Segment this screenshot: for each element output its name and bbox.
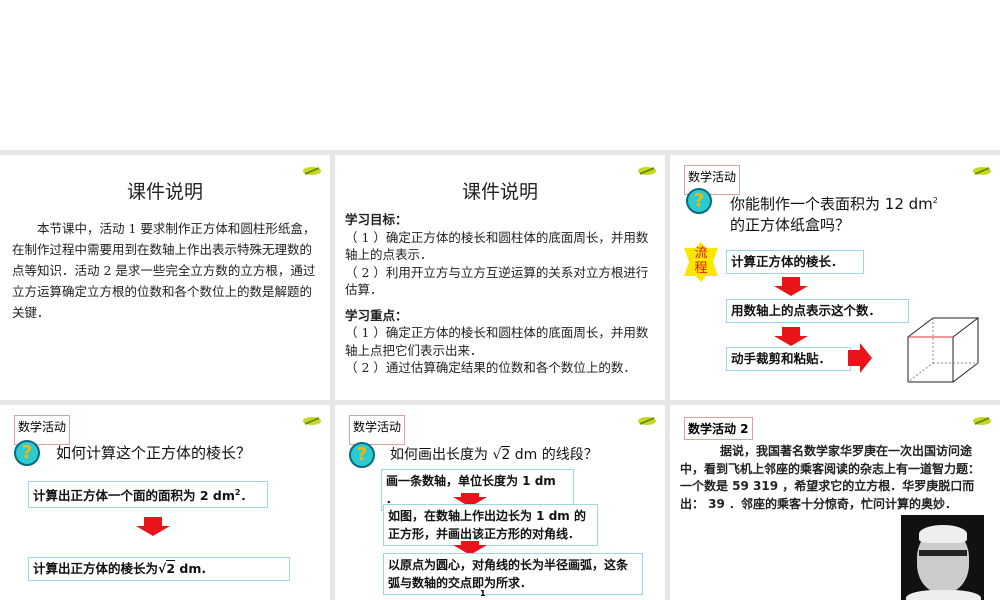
- question-text: 你能制作一个表面积为 12 dm: [730, 195, 933, 213]
- question-icon: ?: [14, 440, 40, 466]
- right-arrow-icon: [848, 343, 872, 373]
- course-description: 本节课中，活动 1 要求制作正方体和圆柱形纸盒，在制作过程中需要用到在数轴上作出…: [12, 221, 316, 320]
- key-point-item: （ 1 ）确定正方体的棱长和圆柱体的底面周长，并用数轴上点把它们表示出来．: [345, 325, 649, 358]
- question-icon: ?: [349, 442, 375, 468]
- key-point-item: （ 2 ）通过估算确定结果的位数和各个数位上的数．: [345, 360, 636, 375]
- story-text: 据说，我国著名数学家华罗庚在一次出国访问途中，看到飞机上邻座的乘客阅读的杂志上有…: [680, 444, 981, 511]
- slide-logo-icon: [972, 166, 992, 176]
- slide-title: 课件说明: [126, 181, 203, 203]
- slide-5-activity-1[interactable]: 数学活动 ? 如何画出长度为 √2 dm 的线段？ 画一条数轴，单位长度为 1 …: [335, 405, 665, 600]
- goal-item: （ 1 ）确定正方体的棱长和圆柱体的底面周长，并用数轴上的点表示．: [345, 229, 649, 263]
- activity-tag: 数学活动: [349, 415, 406, 445]
- blank-header-area: [0, 0, 1000, 150]
- slide-4-activity-1[interactable]: 数学活动 ? 如何计算这个正方体的棱长？ 计算出正方体一个面的面积为 2 dm2…: [0, 405, 330, 600]
- page-number: 1: [480, 589, 486, 598]
- goal-item: （ 2 ）利用开立方与立方互逆运算的关系对立方根进行估算．: [345, 264, 649, 298]
- cube-drawing: [907, 317, 980, 383]
- slide-logo-icon: [972, 416, 992, 426]
- step-box: 以原点为圆心，对角线的长为半径画弧，这条弧与数轴的交点即为所求．: [383, 553, 643, 595]
- slide-2-learning-goals[interactable]: 课件说明 学习目标： （ 1 ）确定正方体的棱长和圆柱体的底面周长，并用数轴上的…: [335, 155, 665, 400]
- question-text-2: 的正方体纸盒吗？: [730, 216, 851, 234]
- slide-3-activity-1[interactable]: 数学活动 ? 你能制作一个表面积为 12 dm2 的正方体纸盒吗？ 流程 计算正…: [670, 155, 1000, 400]
- question-text: 如何画出长度为 √2 dm 的线段？: [390, 446, 598, 463]
- superscript: 2: [932, 196, 938, 205]
- slide-1-course-notes[interactable]: 课件说明 本节课中，活动 1 要求制作正方体和圆柱形纸盒，在制作过程中需要用到在…: [0, 155, 330, 400]
- flow-step: 动手裁剪和粘贴．: [726, 347, 851, 371]
- goals-heading: 学习目标：: [345, 212, 408, 227]
- key-points-heading: 学习重点：: [345, 307, 408, 323]
- slide-title: 课件说明: [461, 181, 538, 203]
- step-box: 计算出正方体一个面的面积为 2 dm2．: [28, 481, 268, 509]
- flow-step: 计算正方体的棱长．: [726, 250, 864, 274]
- slide-logo-icon: [637, 416, 657, 426]
- flow-star-badge: 流程: [684, 242, 718, 282]
- slide-6-activity-2[interactable]: 数学活动 2 据说，我国著名数学家华罗庚在一次出国访问途中，看到飞机上邻座的乘客…: [670, 405, 1000, 600]
- step-box: 如图，在数轴上作出边长为 1 dm 的正方形，并画出该正方形的对角线．: [383, 504, 598, 546]
- step-box: 计算出正方体的棱长为√2 dm.: [28, 557, 290, 581]
- flow-step: 用数轴上的点表示这个数．: [726, 299, 909, 323]
- slide-logo-icon: [302, 416, 322, 426]
- question-icon: ?: [686, 188, 712, 214]
- slide-logo-icon: [637, 166, 657, 176]
- activity-tag: 数学活动 2: [684, 417, 753, 440]
- slide-logo-icon: [302, 166, 322, 176]
- portrait-photo: [901, 515, 984, 600]
- question-text: 如何计算这个正方体的棱长？: [56, 444, 252, 462]
